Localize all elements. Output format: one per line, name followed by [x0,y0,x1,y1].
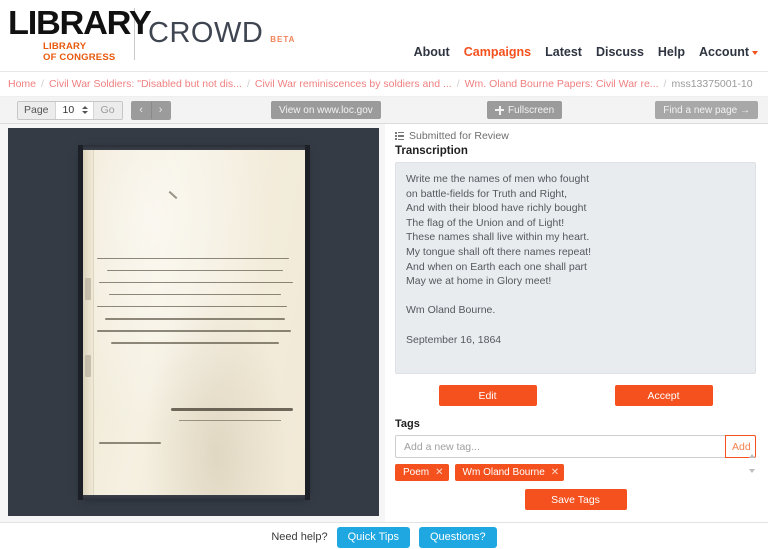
go-button[interactable]: Go [92,101,122,119]
page-label: Page [18,101,56,119]
page-number-input[interactable]: 10 [55,101,82,119]
manuscript-edge-bottom [82,494,305,500]
transcription-line: May we at home in Glory meet! [406,275,552,288]
save-tags-row: Save Tags [395,489,756,510]
tag-chip-label: Poem [403,467,430,478]
questions-button[interactable]: Questions? [418,526,497,548]
nav-item-about[interactable]: About [414,45,450,59]
tag-chip[interactable]: Wm Oland Bourne ✕ [454,464,565,481]
transcription-line: And when on Earth each one shall part [406,260,587,273]
accept-button[interactable]: Accept [614,385,713,406]
manuscript-page-image[interactable] [82,144,305,500]
breadcrumb-item-campaign[interactable]: Civil War Soldiers: "Disabled but not di… [49,78,242,90]
transcription-line: Write me the names of men who fought [406,173,590,185]
logo-wordmark: LIBRARY [8,4,152,41]
transcription-date: September 16, 1864 [406,333,502,346]
transcription-spacer [406,318,745,333]
tag-chip-label: Wm Oland Bourne [462,467,545,478]
library-of-congress-logo: LIBRARY LIBRARY OF CONGRESS [8,6,152,63]
transcription-line: My tongue shall oft there names repeat! [406,245,592,258]
tag-input[interactable] [395,435,725,458]
breadcrumb-item-project[interactable]: Civil War reminiscences by soldiers and … [255,78,452,90]
image-viewer-canvas[interactable] [8,128,379,516]
app-name: CROWD [148,17,264,49]
logo-subtext-line1: LIBRARY [43,41,87,52]
logo-subtext-line2: OF CONGRESS [43,51,116,63]
next-page-button[interactable]: › [150,101,170,119]
stepper-down-icon[interactable] [81,110,88,114]
page-navigation-arrows: ‹ › [130,100,171,120]
tags-scrollbar[interactable] [747,454,756,473]
beta-badge: BETA [270,35,296,44]
manuscript-edge-top [82,144,305,150]
image-viewer-panel [0,124,385,522]
manuscript-binding [82,149,94,495]
tag-chip[interactable]: Poem ✕ [395,464,449,481]
transcription-line: These names shall live within my heart. [406,231,590,244]
remove-tag-icon[interactable]: ✕ [551,467,559,478]
stepper-up-icon[interactable] [81,106,88,110]
nav-item-help[interactable]: Help [658,45,685,59]
page-selector-group[interactable]: Page 10 Go [17,100,123,120]
transcription-panel: Submitted for Review Transcription Write… [385,124,768,522]
manuscript-date-line [98,441,161,444]
remove-tag-icon[interactable]: ✕ [435,467,443,478]
breadcrumb: Home / Civil War Soldiers: "Disabled but… [0,72,768,97]
scroll-up-icon[interactable] [748,454,755,458]
nav-item-campaigns[interactable]: Campaigns [464,45,531,59]
manuscript-clip [84,354,91,377]
breadcrumb-current-asset: mss13375001-10 [671,78,753,90]
tags-heading: Tags [395,418,420,430]
quick-tips-button[interactable]: Quick Tips [336,526,410,548]
transcription-spacer [406,289,745,304]
site-header: LIBRARY LIBRARY OF CONGRESS CROWD BETA A… [0,0,768,72]
chevron-down-icon [752,51,758,55]
breadcrumb-item-home[interactable]: Home [8,78,36,90]
breadcrumb-item-item[interactable]: Wm. Oland Bourne Papers: Civil War re... [465,78,659,90]
transcription-text[interactable]: Write me the names of men who fought on … [395,162,756,374]
status-row: Submitted for Review [395,130,756,142]
list-icon [395,132,404,140]
fullscreen-arrows-icon [495,105,504,115]
status-badge: Submitted for Review [409,130,509,142]
manuscript-signature-underline [178,419,281,421]
brand-lockup[interactable]: LIBRARY LIBRARY OF CONGRESS CROWD BETA [8,6,295,63]
view-on-loc-button[interactable]: View on www.loc.gov [271,101,381,119]
crowd-wordmark: CROWD BETA [148,6,295,50]
main-navigation: About Campaigns Latest Discuss Help Acco… [414,45,758,59]
breadcrumb-separator: / [663,78,667,90]
fullscreen-button[interactable]: Fullscreen [487,101,563,119]
breadcrumb-separator: / [41,78,44,90]
nav-item-account[interactable]: Account [699,45,758,59]
logo-subtext: LIBRARY OF CONGRESS [43,41,120,63]
transcription-actions: Edit Accept [395,385,756,406]
edit-button[interactable]: Edit [438,385,537,406]
transcription-line: on battle-fields for Truth and Right, [406,187,568,200]
tag-input-row: Add [395,435,756,458]
tag-chip-list: Poem ✕ Wm Oland Bourne ✕ [395,464,756,481]
page-number-stepper[interactable] [81,101,93,119]
manuscript-clip [84,277,91,300]
save-tags-button[interactable]: Save Tags [524,489,627,510]
transcription-line: The flag of the Union and of Light! [406,216,565,229]
help-footer: Need help? Quick Tips Questions? [0,522,768,549]
manuscript-signature [170,407,293,411]
previous-page-button[interactable]: ‹ [131,101,151,119]
transcription-line: And with their blood have richly bought [406,202,587,215]
transcription-signature: Wm Oland Bourne. [406,304,496,317]
nav-item-account-label: Account [699,45,749,59]
nav-item-latest[interactable]: Latest [545,45,582,59]
breadcrumb-separator: / [456,78,460,90]
breadcrumb-separator: / [246,78,250,90]
need-help-label: Need help? [271,531,328,543]
transcription-heading: Transcription [395,145,468,157]
manuscript-ink-mark [168,190,177,199]
content-area: Submitted for Review Transcription Write… [0,124,768,522]
fullscreen-label: Fullscreen [508,104,555,116]
nav-item-discuss[interactable]: Discuss [596,45,644,59]
scroll-down-icon[interactable] [748,469,755,473]
manuscript-handwriting [96,257,297,355]
viewer-toolbar: Page 10 Go ‹ › View on www.loc.gov Fulls… [0,97,768,124]
find-new-page-button[interactable]: Find a new page → [655,101,758,119]
